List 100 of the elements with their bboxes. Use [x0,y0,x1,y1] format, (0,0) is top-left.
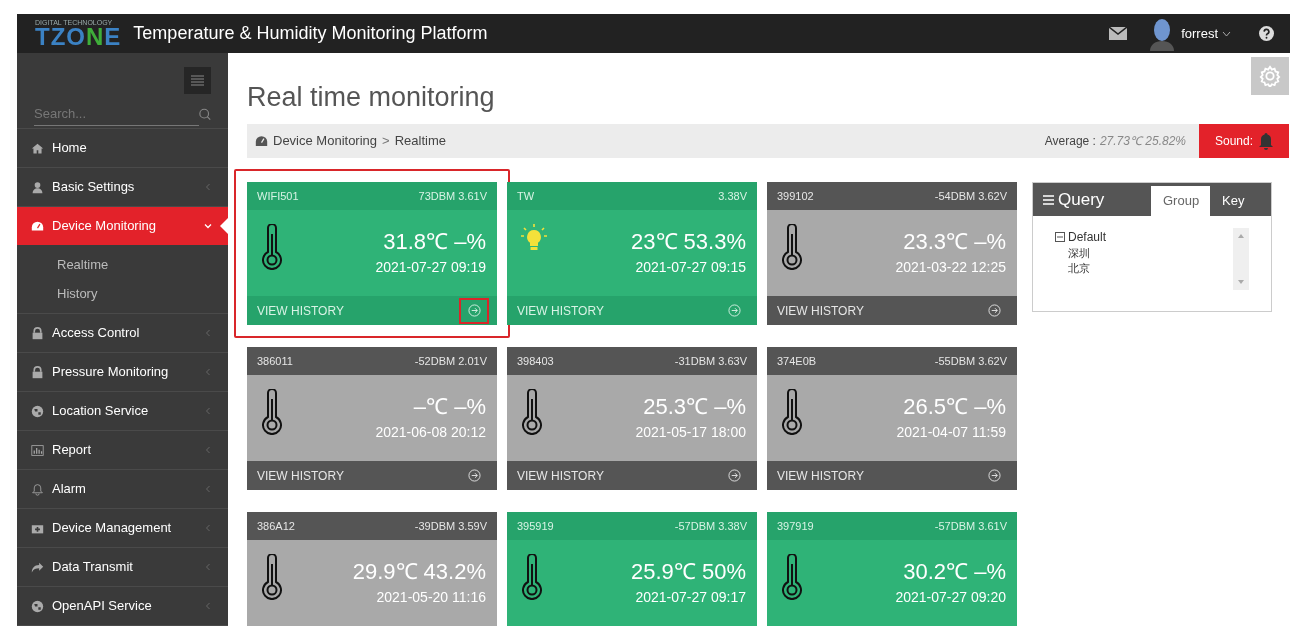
arrow-circle-button[interactable] [461,299,487,322]
thermometer-icon [261,554,283,600]
sidebar-item-label: Home [52,139,87,158]
signal-reading: -57DBM 3.38V [674,518,747,534]
arrow-circle-icon [987,304,1001,317]
home-icon [31,141,44,155]
signal-reading: -55DBM 3.62V [934,353,1007,369]
bell-icon [31,482,44,496]
submenu-item[interactable]: History [17,279,228,308]
device-id: 386011 [257,353,293,369]
signal-reading: -57DBM 3.61V [934,518,1007,534]
submenu-item[interactable]: Realtime [17,250,228,279]
sidebar-item[interactable]: Location Service [17,392,228,430]
sidebar-item-label: Device Monitoring [52,217,157,236]
chart-icon [31,443,44,457]
globe-icon [31,404,44,418]
user-icon [31,180,44,194]
scroll-down-icon [1238,280,1244,284]
signal-reading: -39DBM 3.59V [414,518,487,534]
temperature-humidity-reading: 30.2℃ –% [903,558,1006,586]
sidebar-item[interactable]: Data Transmit [17,548,228,586]
reading-time: 2021-05-20 11:16 [376,588,486,607]
sidebar-item[interactable]: Alarm [17,470,228,508]
device-id: 397919 [777,518,814,534]
query-tab[interactable]: Key [1210,186,1257,216]
thermometer-icon [261,224,283,270]
app-title: Temperature & Humidity Monitoring Platform [133,22,488,45]
reading-time: 2021-07-27 09:17 [635,588,746,607]
mail-icon[interactable] [1109,27,1128,40]
view-history-link[interactable]: VIEW HISTORY [517,466,604,485]
chevron-down-icon [1222,30,1231,37]
sidebar-item-label: Basic Settings [52,178,135,197]
temperature-humidity-reading: 23.3℃ –% [903,228,1006,256]
sidebar-item[interactable]: Pressure Monitoring [17,353,228,391]
query-title: Query [1058,188,1105,211]
user-menu[interactable]: forrest [1181,23,1231,44]
temperature-humidity-reading: 26.5℃ –% [903,393,1006,421]
temperature-humidity-reading: 25.3℃ –% [643,393,746,421]
device-id: 399102 [777,188,814,204]
sidebar-item[interactable]: Home [17,129,228,167]
sidebar-item[interactable]: OpenAPI Service [17,587,228,625]
thermometer-icon [781,389,803,435]
temperature-humidity-reading: 23℃ 53.3% [631,228,746,256]
sound-button[interactable]: Sound: [1199,124,1289,158]
arrow-circle-icon [987,469,1001,482]
menu-toggle-button[interactable] [184,67,211,94]
device-id: 398403 [517,353,554,369]
sidebar-item[interactable]: Access Control [17,314,228,352]
device-id: 374E0B [777,353,817,369]
sidebar-item[interactable]: Basic Settings [17,168,228,206]
breadcrumb-link[interactable]: Realtime [394,131,446,151]
reading-time: 2021-07-27 09:15 [635,258,746,277]
device-id: 395919 [517,518,554,534]
signal-reading: -52DBM 2.01V [414,353,487,369]
sidebar-item[interactable]: Report [17,431,228,469]
sidebar-item-label: Device Management [52,519,172,538]
reading-time: 2021-07-27 09:19 [375,258,486,277]
logo-letters: E [104,26,122,48]
reading-time: 2021-07-27 09:20 [895,588,1006,607]
thermometer-icon [261,389,283,435]
view-history-link[interactable]: VIEW HISTORY [777,466,864,485]
sidebar-item-label: Report [52,441,92,460]
tree-node[interactable]: 深圳 [1055,246,1233,261]
query-tab[interactable]: Group [1151,186,1210,216]
logo-letters: TZO [35,26,86,48]
thermometer-icon [521,389,543,435]
arrow-circle-icon [727,469,741,482]
signal-reading: 3.38V [718,188,747,204]
help-icon[interactable] [1259,26,1274,41]
settings-icon [1259,65,1281,87]
search-field[interactable]: Search... [34,102,199,126]
view-history-link[interactable]: VIEW HISTORY [777,301,864,320]
sidebar-item-label: Access Control [52,324,140,343]
arrow-circle-icon [467,469,481,482]
sidebar-item[interactable]: Device Monitoring [17,207,228,245]
tree-node[interactable]: 北京 [1055,261,1233,276]
scrollbar[interactable] [1233,228,1249,290]
temperature-humidity-reading: –℃ –% [413,393,486,421]
breadcrumb-link[interactable]: Device Monitoring [273,131,378,151]
sidebar-item-label: OpenAPI Service [52,597,152,616]
view-history-link[interactable]: VIEW HISTORY [257,466,344,485]
sidebar-item[interactable]: Device Management [17,509,228,547]
device-id: TW [517,188,535,204]
reading-time: 2021-05-17 18:00 [635,423,746,442]
temperature-humidity-reading: 31.8℃ –% [383,228,486,256]
signal-reading: 73DBM 3.61V [418,188,487,204]
logo-letters: N [86,26,105,48]
list-icon [1043,194,1054,205]
signal-reading: -31DBM 3.63V [674,353,747,369]
reading-time: 2021-03-22 12:25 [895,258,1006,277]
thermometer-icon [781,554,803,600]
search-icon [198,107,211,121]
collapse-icon[interactable] [1055,232,1065,242]
device-id: WIFI501 [257,188,299,204]
signal-reading: -54DBM 3.62V [934,188,1007,204]
sidebar-item-label: Location Service [52,402,149,421]
arrow-circle-icon [467,304,481,317]
page-title: Real time monitoring [247,81,495,114]
thermometer-icon [781,224,803,270]
tree-node[interactable]: Default [1068,228,1107,246]
